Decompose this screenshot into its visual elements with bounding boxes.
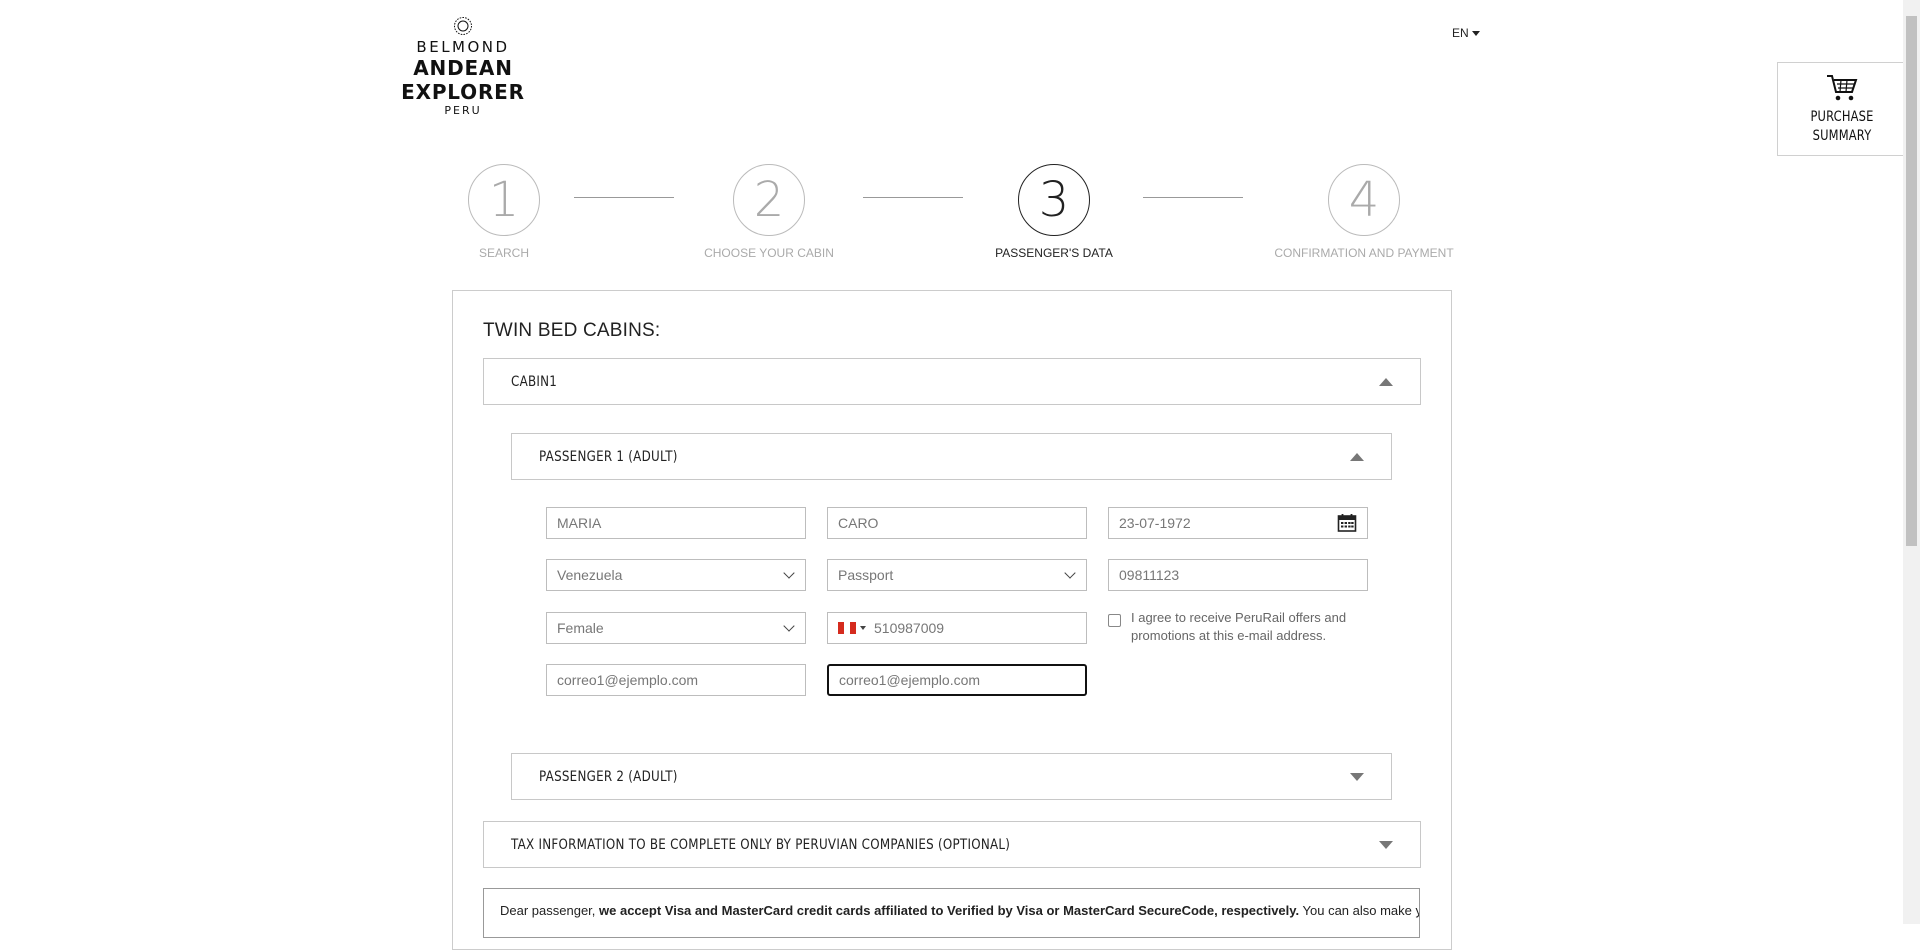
passenger-title: PASSENGER 2 (ADULT) <box>539 768 678 785</box>
last-name-field[interactable] <box>827 507 1087 539</box>
passenger-2-accordion[interactable]: PASSENGER 2 (ADULT) <box>511 753 1392 800</box>
step-2-label: CHOOSE YOUR CABIN <box>704 246 834 260</box>
brand-logo[interactable]: BELMOND ANDEAN EXPLORER PERU <box>360 16 566 118</box>
last-name-input[interactable] <box>838 515 1076 531</box>
step-2-circle: 2 <box>733 164 805 236</box>
notice-bold: we accept Visa and MasterCard credit car… <box>599 903 1300 918</box>
purchase-summary-label: PURCHASE SUMMARY <box>1810 109 1874 144</box>
chevron-down-icon <box>783 567 795 579</box>
logo-brand: BELMOND <box>416 38 510 56</box>
tax-info-accordion[interactable]: TAX INFORMATION TO BE COMPLETE ONLY BY P… <box>483 821 1421 868</box>
document-type-select[interactable]: Passport <box>827 559 1087 591</box>
step-3-label: PASSENGER'S DATA <box>995 246 1113 260</box>
document-number-field[interactable] <box>1108 559 1368 591</box>
birth-date-input[interactable] <box>1119 515 1337 531</box>
chevron-down-icon <box>1064 567 1076 579</box>
logo-name: ANDEAN EXPLORER <box>401 56 525 104</box>
document-type-value: Passport <box>838 567 894 583</box>
calendar-icon[interactable] <box>1337 513 1357 533</box>
caret-down-icon <box>1350 772 1364 781</box>
consent-checkbox[interactable] <box>1108 614 1121 627</box>
chevron-down-icon <box>783 620 795 632</box>
tax-info-title: TAX INFORMATION TO BE COMPLETE ONLY BY P… <box>511 836 1011 853</box>
step-3-circle: 3 <box>1018 164 1090 236</box>
cabin-title: CABIN1 <box>511 373 558 390</box>
cabin-1-accordion[interactable]: CABIN1 <box>483 358 1421 405</box>
first-name-input[interactable] <box>557 515 795 531</box>
language-selector[interactable]: EN <box>1452 26 1480 40</box>
first-name-field[interactable] <box>546 507 806 539</box>
birth-date-field[interactable] <box>1108 507 1368 539</box>
purchase-summary-button[interactable]: PURCHASE SUMMARY <box>1777 62 1907 156</box>
document-number-input[interactable] <box>1119 567 1357 583</box>
consent-label: I agree to receive PeruRail offers and p… <box>1131 610 1347 643</box>
email-input[interactable] <box>557 672 795 688</box>
scrollbar-thumb[interactable] <box>1906 16 1917 546</box>
logo-subtitle: PERU <box>444 104 482 117</box>
email-confirm-input[interactable] <box>839 672 1075 688</box>
peru-flag-icon[interactable] <box>838 622 856 634</box>
caret-up-icon <box>1350 452 1364 461</box>
shopping-cart-icon <box>1827 75 1858 101</box>
caret-up-icon <box>1379 377 1393 386</box>
passenger-title: PASSENGER 1 (ADULT) <box>539 448 678 465</box>
belmond-emblem-icon <box>454 17 472 35</box>
step-connector <box>574 197 674 198</box>
section-title: TWIN BED CABINS: <box>483 320 661 341</box>
email-confirm-field[interactable] <box>827 664 1087 696</box>
caret-down-icon <box>1379 840 1393 849</box>
chevron-down-icon <box>1471 31 1480 37</box>
step-connector <box>863 197 963 198</box>
gender-select[interactable]: Female <box>546 612 806 644</box>
nationality-value: Venezuela <box>557 567 623 583</box>
step-1-circle: 1 <box>468 164 540 236</box>
phone-field[interactable] <box>827 612 1087 644</box>
notice-suffix: You can also make your <box>1302 903 1419 918</box>
nationality-select[interactable]: Venezuela <box>546 559 806 591</box>
step-1-label: SEARCH <box>478 246 529 260</box>
gender-value: Female <box>557 620 604 636</box>
step-connector <box>1143 197 1243 198</box>
language-label: EN <box>1452 26 1469 40</box>
step-4-circle: 4 <box>1328 164 1400 236</box>
step-4-label: CONFIRMATION AND PAYMENT <box>1274 246 1454 260</box>
country-dropdown-icon[interactable] <box>860 626 866 630</box>
notice-prefix: Dear passenger, <box>500 903 600 918</box>
payment-notice: Dear passenger, we accept Visa and Maste… <box>483 888 1420 938</box>
email-field[interactable] <box>546 664 806 696</box>
passenger-1-accordion[interactable]: PASSENGER 1 (ADULT) <box>511 433 1392 480</box>
phone-input[interactable] <box>874 620 1076 636</box>
